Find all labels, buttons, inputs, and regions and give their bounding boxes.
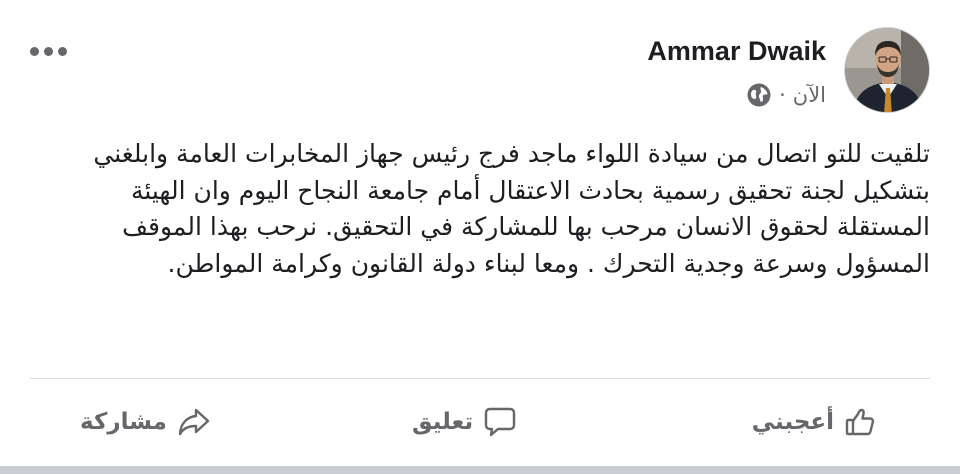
post-card: Ammar Dwaik الآن · تلقيت للتو اتصال من س… bbox=[0, 0, 960, 474]
more-dot bbox=[58, 46, 67, 56]
share-button[interactable]: مشاركة bbox=[80, 396, 211, 448]
share-arrow-icon bbox=[177, 406, 211, 438]
share-label: مشاركة bbox=[80, 409, 167, 435]
more-dot bbox=[30, 46, 39, 56]
author-name[interactable]: Ammar Dwaik bbox=[647, 36, 826, 67]
more-options-button[interactable] bbox=[30, 40, 74, 62]
globe-icon[interactable] bbox=[746, 82, 772, 108]
post-actions-bar: أعجبني تعليق مشاركة bbox=[0, 392, 960, 452]
comment-button[interactable]: تعليق bbox=[412, 396, 517, 448]
like-button[interactable]: أعجبني bbox=[752, 396, 876, 448]
comment-bubble-icon bbox=[483, 406, 517, 438]
post-text: تلقيت للتو اتصال من سيادة اللواء ماجد فر… bbox=[93, 139, 930, 278]
post-timestamp[interactable]: الآن bbox=[793, 83, 826, 107]
meta-separator: · bbox=[779, 83, 786, 107]
bottom-separator-bar bbox=[0, 466, 960, 474]
avatar[interactable] bbox=[844, 27, 930, 113]
more-dot bbox=[44, 46, 53, 56]
like-label: أعجبني bbox=[751, 409, 834, 435]
divider bbox=[30, 378, 930, 379]
avatar-photo bbox=[845, 28, 929, 112]
comment-label: تعليق bbox=[412, 409, 474, 435]
post-meta: الآن · bbox=[746, 82, 826, 108]
thumbs-up-icon bbox=[844, 406, 876, 438]
